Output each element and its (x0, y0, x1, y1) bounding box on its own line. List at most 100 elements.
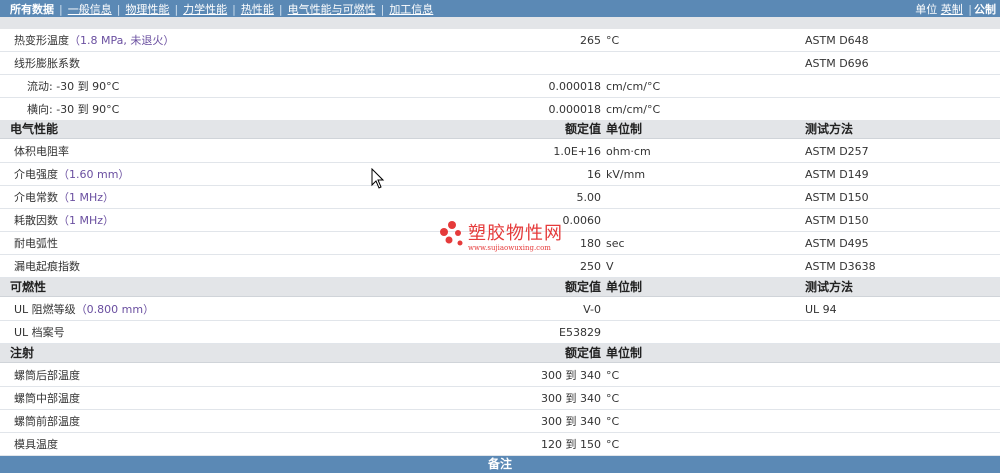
tab-electrical-flammability[interactable]: 电气性能与可燃性 (288, 3, 376, 16)
tab-thermal[interactable]: 热性能 (241, 3, 274, 16)
property-value: 300 到 340 (541, 415, 601, 428)
property-name: UL 阻燃等级 (14, 303, 76, 316)
property-value: 250 (580, 260, 601, 273)
property-condition: （1.8 MPa, 未退火） (69, 34, 175, 47)
table-row: 螺筒中部温度 300 到 340 °C (0, 387, 1000, 410)
column-header-unit: 单位制 (606, 280, 643, 294)
property-value: V-0 (583, 303, 601, 316)
property-unit: °C (606, 34, 620, 47)
property-name: 流动: -30 到 90°C (27, 80, 120, 93)
property-name: 注射 (10, 346, 35, 360)
table-row: 流动: -30 到 90°C 0.000018 cm/cm/°C (0, 75, 1000, 98)
property-name: 耗散因数 (14, 214, 58, 227)
watermark-title: 塑胶物性网 (468, 223, 563, 244)
property-name-cell: 模具温度 (14, 433, 58, 456)
property-name-cell: 介电常数（1 MHz） (14, 186, 114, 209)
notes-bar: 备注 (0, 456, 1000, 473)
tab-separator: | (278, 3, 283, 16)
property-unit: °C (606, 415, 620, 428)
unit-english-link[interactable]: 英制 (941, 3, 963, 16)
property-name: UL 档案号 (14, 326, 65, 339)
property-name: 螺筒前部温度 (14, 415, 80, 428)
property-name-cell: 耐电弧性 (14, 232, 58, 255)
unit-switcher: 单位 英制 | 公制 (915, 1, 996, 17)
test-method: ASTM D149 (805, 168, 869, 181)
property-name: 线形膨胀系数 (14, 57, 80, 70)
property-name-cell: 螺筒后部温度 (14, 364, 80, 387)
top-nav-bar: 所有数据 | 一般信息 | 物理性能 | 力学性能 | 热性能 | 电气性能与可燃性 | 加工信息 单位… (0, 0, 1000, 17)
property-value: 180 (580, 237, 601, 250)
property-name: 电气性能 (10, 122, 59, 136)
property-name: 横向: -30 到 90°C (27, 103, 120, 116)
property-name-cell: 螺筒前部温度 (14, 410, 80, 433)
property-name: 漏电起痕指数 (14, 260, 80, 273)
property-unit: sec (606, 237, 625, 250)
property-name-cell: 热变形温度（1.8 MPa, 未退火） (14, 29, 174, 52)
property-name-cell: 体积电阻率 (14, 140, 69, 163)
property-name: 耐电弧性 (14, 237, 58, 250)
column-header-value: 额定值 (564, 122, 601, 136)
units-label: 单位 (915, 3, 938, 16)
table-row: UL 档案号 E53829 (0, 321, 1000, 344)
column-header-test: 测试方法 (805, 280, 854, 294)
watermark-logo: 塑胶物性网 www.sujiaowuxing.com (438, 219, 573, 259)
table-row: UL 阻燃等级（0.800 mm） V-0 UL 94 (0, 298, 1000, 321)
property-name: 介电强度 (14, 168, 58, 181)
property-condition: （0.800 mm） (75, 303, 155, 316)
property-unit: °C (606, 438, 620, 451)
tab-processing[interactable]: 加工信息 (389, 3, 433, 16)
property-name-cell: 螺筒中部温度 (14, 387, 80, 410)
test-method: ASTM D257 (805, 145, 869, 158)
property-name: 螺筒中部温度 (14, 392, 80, 405)
test-method: ASTM D696 (805, 57, 869, 70)
column-header-unit: 单位制 (606, 122, 643, 136)
property-value: E53829 (559, 326, 601, 339)
property-value: 16 (587, 168, 601, 181)
tab-physical[interactable]: 物理性能 (125, 3, 169, 16)
tab-general-info[interactable]: 一般信息 (68, 3, 112, 16)
section-header-row: 可燃性 额定值 单位制 测试方法 (0, 278, 1000, 297)
property-value: 0.000018 (548, 80, 602, 93)
tab-separator: | (59, 3, 63, 16)
notes-label: 备注 (487, 457, 512, 471)
unit-metric-link[interactable]: 公制 (974, 3, 996, 16)
property-unit: cm/cm/°C (606, 80, 661, 93)
property-unit: ohm·cm (606, 145, 651, 158)
property-unit: °C (606, 369, 620, 382)
property-unit: °C (606, 392, 620, 405)
table-row: 螺筒后部温度 300 到 340 °C (0, 364, 1000, 387)
tab-mechanical[interactable]: 力学性能 (183, 3, 227, 16)
test-method: ASTM D3638 (805, 260, 876, 273)
table-row: 横向: -30 到 90°C 0.000018 cm/cm/°C (0, 98, 1000, 121)
property-name-cell: 漏电起痕指数 (14, 255, 80, 278)
property-name-cell: 横向: -30 到 90°C (27, 98, 119, 121)
test-method: ASTM D150 (805, 214, 869, 227)
mouse-pointer-icon (371, 168, 385, 189)
property-name: 可燃性 (10, 280, 47, 294)
section-tabs: 所有数据 | 一般信息 | 物理性能 | 力学性能 | 热性能 | 电气性能与可燃性 | 加工信息 (10, 1, 433, 17)
tab-all-data[interactable]: 所有数据 (10, 3, 54, 16)
column-header-test: 测试方法 (805, 122, 854, 136)
property-name: 模具温度 (14, 438, 58, 451)
property-name: 螺筒后部温度 (14, 369, 80, 382)
table-row: 体积电阻率 1.0E+16 ohm·cm ASTM D257 (0, 140, 1000, 163)
property-value: 1.0E+16 (553, 145, 601, 158)
property-value: 300 到 340 (541, 369, 601, 382)
table-row: 介电强度（1.60 mm） 16 kV/mm ASTM D149 (0, 163, 1000, 186)
tab-separator: | (174, 3, 179, 16)
property-name-cell: 耗散因数（1 MHz） (14, 209, 114, 232)
tab-separator: | (116, 3, 121, 16)
property-name-cell: 介电强度（1.60 mm） (14, 163, 129, 186)
table-row: 螺筒前部温度 300 到 340 °C (0, 410, 1000, 433)
section-title: 电气性能 (10, 120, 58, 139)
table-row: 模具温度 120 到 150 °C (0, 433, 1000, 456)
section-header-row: 注射 额定值 单位制 (0, 344, 1000, 363)
watermark-url: www.sujiaowuxing.com (468, 244, 551, 252)
column-header-value: 额定值 (564, 346, 601, 360)
property-name: 体积电阻率 (14, 145, 69, 158)
section-header-row: 电气性能 额定值 单位制 测试方法 (0, 120, 1000, 139)
tab-separator: | (380, 3, 385, 16)
property-name-cell: 流动: -30 到 90°C (27, 75, 119, 98)
property-condition: （1 MHz） (58, 191, 115, 204)
property-value: 120 到 150 (541, 438, 601, 451)
